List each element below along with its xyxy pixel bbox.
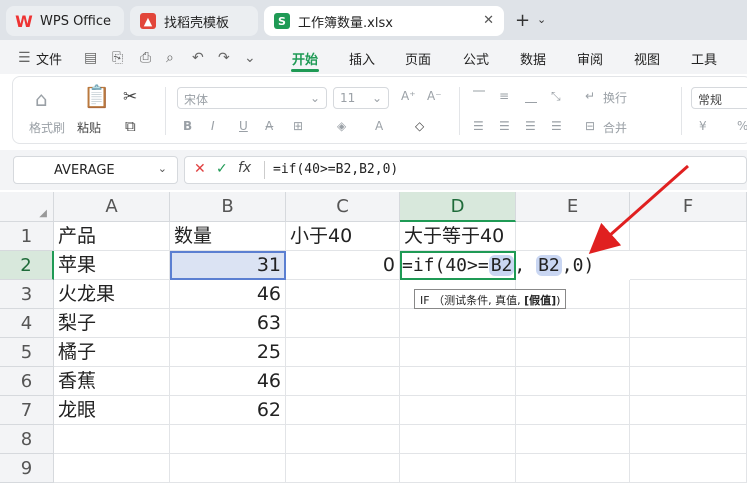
annotation-arrow-icon [588,164,689,254]
